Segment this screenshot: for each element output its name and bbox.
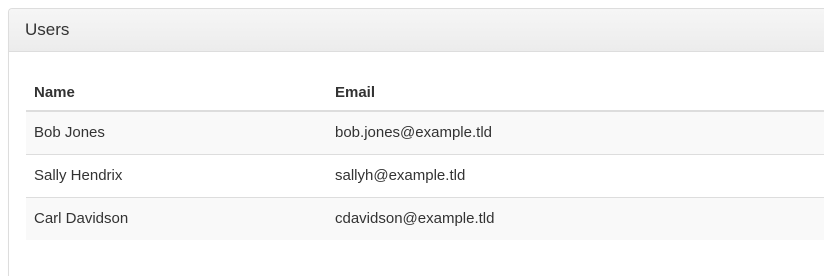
panel-heading: Users	[9, 9, 824, 52]
cell-email: bob.jones@example.tld	[327, 111, 824, 154]
cell-email: cdavidson@example.tld	[327, 196, 824, 240]
table-row: Carl Davidson cdavidson@example.tld	[26, 196, 824, 240]
users-panel: Users Name Email Bob Jones bob.jones@exa…	[8, 8, 824, 276]
table-header-row: Name Email	[26, 75, 824, 112]
table-body: Bob Jones bob.jones@example.tld Sally He…	[26, 111, 824, 240]
table-row: Bob Jones bob.jones@example.tld	[26, 111, 824, 154]
table-header: Name Email	[26, 75, 824, 112]
cell-email: sallyh@example.tld	[327, 153, 824, 197]
users-table: Name Email Bob Jones bob.jones@example.t…	[26, 75, 824, 240]
panel-title: Users	[25, 20, 70, 39]
column-header-name: Name	[26, 75, 327, 112]
users-table-container: Name Email Bob Jones bob.jones@example.t…	[26, 75, 824, 240]
cell-name: Bob Jones	[26, 111, 327, 154]
cell-name: Sally Hendrix	[26, 153, 327, 197]
cell-name: Carl Davidson	[26, 196, 327, 240]
column-header-email: Email	[327, 75, 824, 112]
table-row: Sally Hendrix sallyh@example.tld	[26, 153, 824, 197]
